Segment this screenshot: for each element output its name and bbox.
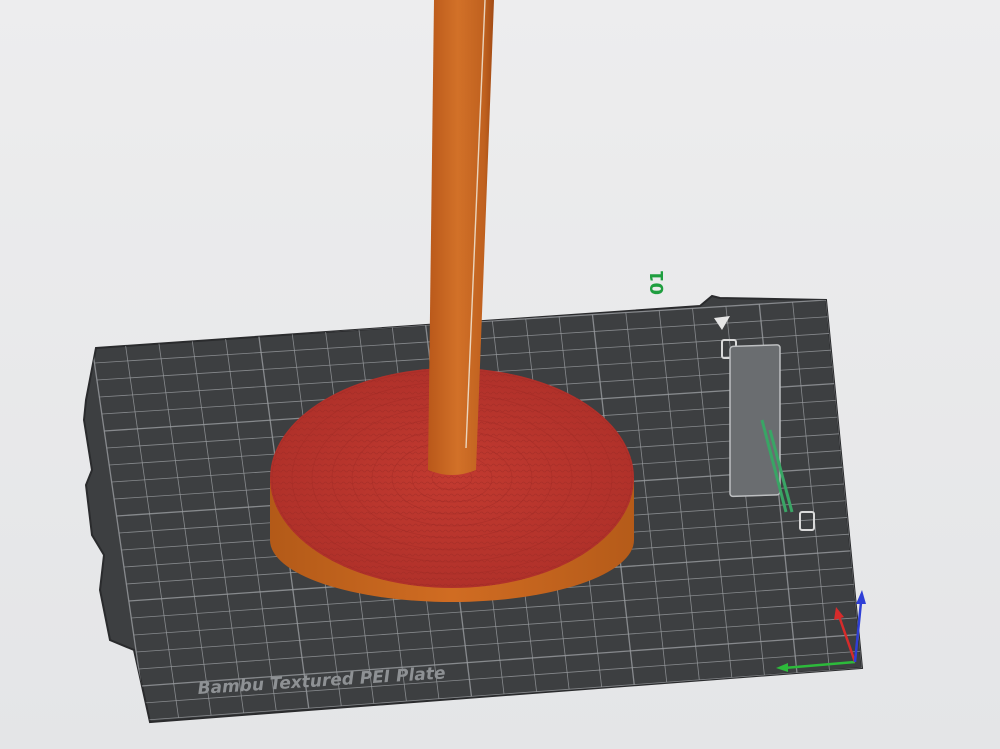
3d-viewport[interactable]: Bambu Textured PEI Plate 01 <box>0 0 1000 749</box>
plate-number-label: 01 <box>647 270 668 295</box>
z-axis-arrow <box>856 590 866 604</box>
scene-canvas[interactable]: Bambu Textured PEI Plate 01 <box>0 0 1000 749</box>
